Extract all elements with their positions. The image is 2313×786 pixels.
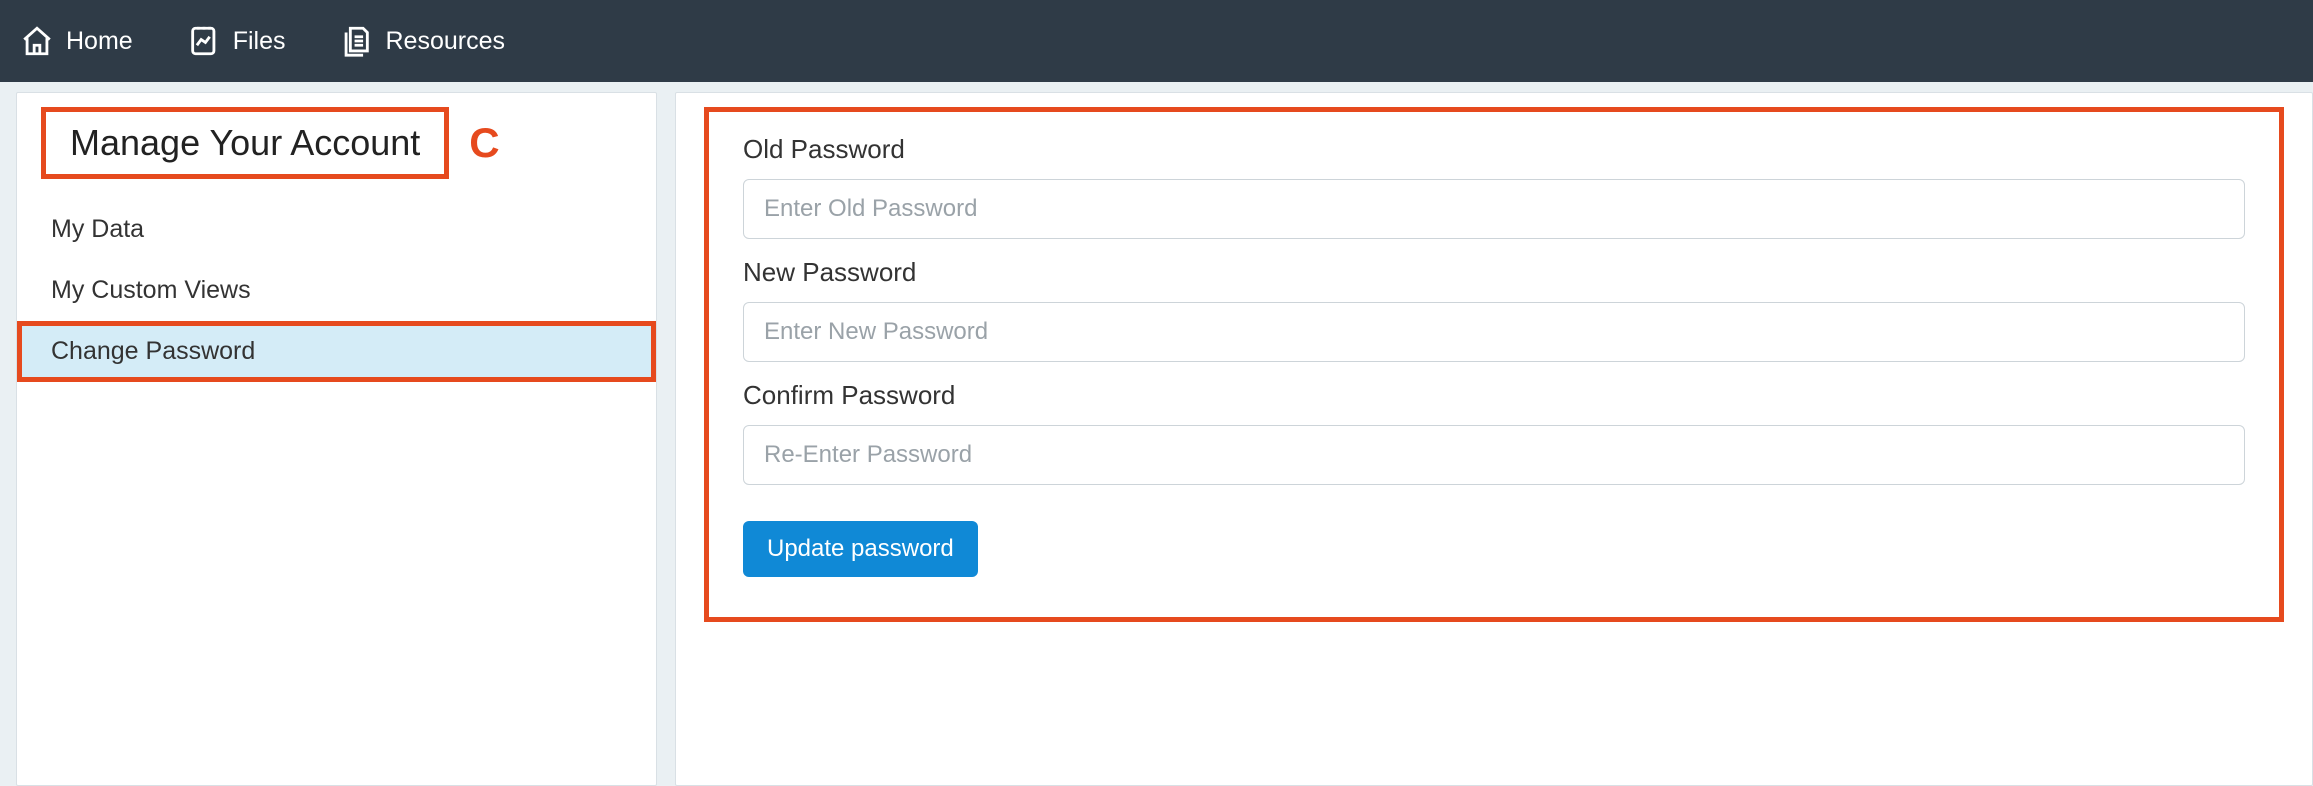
new-password-label: New Password bbox=[743, 257, 2245, 288]
account-sidebar: Manage Your Account C My Data My Custom … bbox=[16, 92, 657, 786]
sidebar-header-wrap: Manage Your Account C bbox=[17, 97, 656, 189]
old-password-group: Old Password bbox=[743, 134, 2245, 239]
change-password-form: Old Password New Password Confirm Passwo… bbox=[704, 107, 2284, 622]
sidebar-item-my-custom-views[interactable]: My Custom Views bbox=[17, 260, 656, 321]
page-body: Manage Your Account C My Data My Custom … bbox=[0, 82, 2313, 786]
sidebar-item-change-password[interactable]: Change Password bbox=[17, 321, 656, 382]
files-chart-icon bbox=[187, 24, 221, 58]
confirm-password-label: Confirm Password bbox=[743, 380, 2245, 411]
new-password-group: New Password bbox=[743, 257, 2245, 362]
old-password-label: Old Password bbox=[743, 134, 2245, 165]
nav-home[interactable]: Home bbox=[12, 18, 141, 64]
confirm-password-group: Confirm Password bbox=[743, 380, 2245, 485]
update-password-button[interactable]: Update password bbox=[743, 521, 978, 577]
annotation-marker-c: C bbox=[469, 119, 499, 167]
sidebar-item-label: My Data bbox=[51, 215, 144, 243]
confirm-password-input[interactable] bbox=[743, 425, 2245, 485]
sidebar-item-label: My Custom Views bbox=[51, 276, 251, 304]
nav-files-label: Files bbox=[233, 27, 286, 56]
home-icon bbox=[20, 24, 54, 58]
sidebar-item-my-data[interactable]: My Data bbox=[17, 199, 656, 260]
nav-files[interactable]: Files bbox=[179, 18, 294, 64]
nav-resources[interactable]: Resources bbox=[331, 18, 513, 64]
new-password-input[interactable] bbox=[743, 302, 2245, 362]
old-password-input[interactable] bbox=[743, 179, 2245, 239]
top-navbar: Home Files Resources bbox=[0, 0, 2313, 82]
nav-resources-label: Resources bbox=[385, 27, 505, 56]
main-content: Old Password New Password Confirm Passwo… bbox=[675, 92, 2313, 786]
nav-home-label: Home bbox=[66, 27, 133, 56]
sidebar-list: My Data My Custom Views Change Password bbox=[17, 199, 656, 382]
document-stack-icon bbox=[339, 24, 373, 58]
sidebar-title: Manage Your Account bbox=[41, 107, 449, 179]
sidebar-item-label: Change Password bbox=[51, 337, 255, 365]
